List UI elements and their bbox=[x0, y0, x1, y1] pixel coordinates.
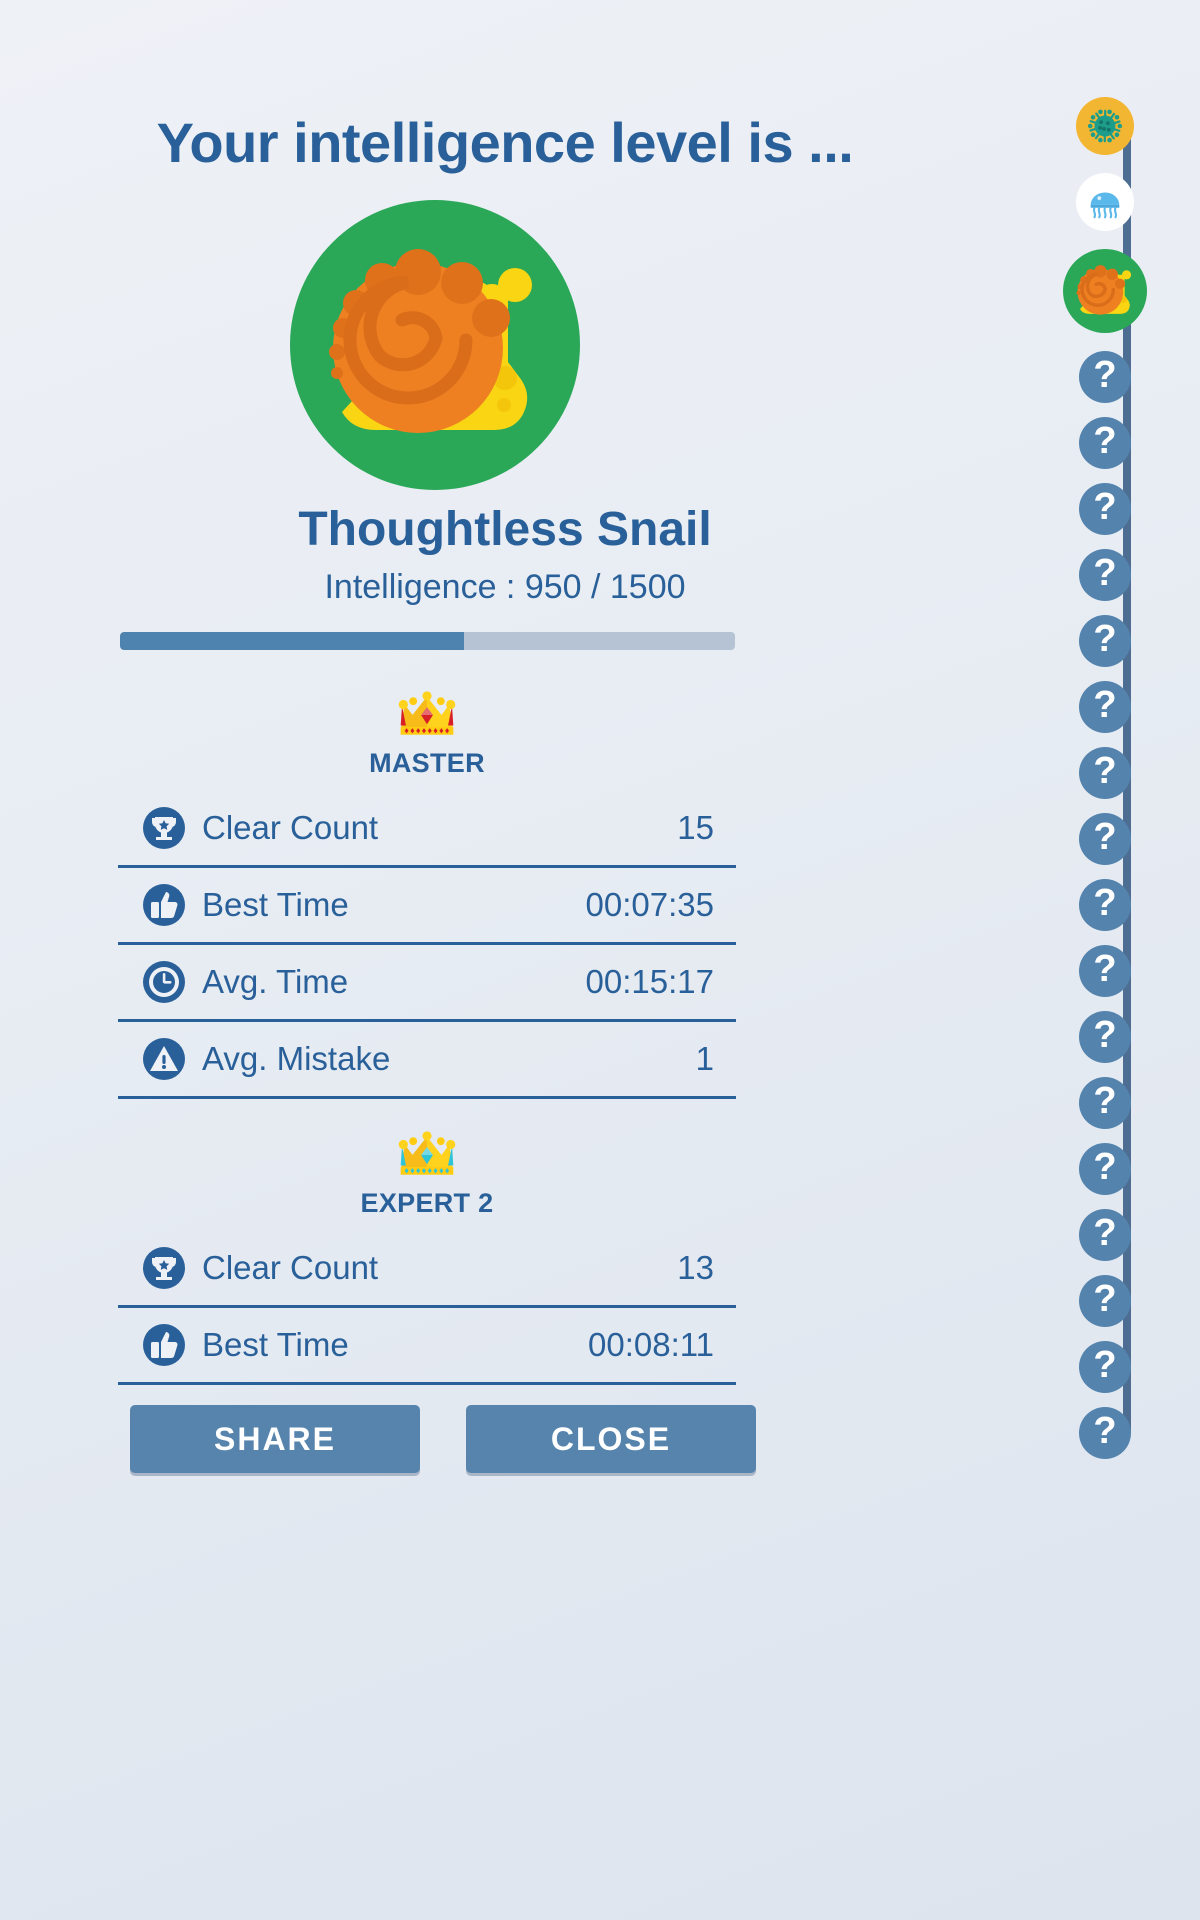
rail-node-locked-9[interactable]: ? bbox=[1079, 681, 1131, 733]
germ-icon bbox=[1087, 109, 1123, 143]
rail-node-locked-5[interactable]: ? bbox=[1079, 417, 1131, 469]
thumbs-up-icon bbox=[143, 1324, 185, 1366]
crown-icon bbox=[398, 1131, 456, 1175]
hero-level-badge bbox=[290, 200, 580, 490]
stat-label: Clear Count bbox=[202, 809, 379, 846]
rail-node-locked-14[interactable]: ? bbox=[1079, 1011, 1131, 1063]
stat-value: 00:15:17 bbox=[585, 963, 714, 1000]
trophy-icon bbox=[143, 807, 185, 849]
jellyfish-icon bbox=[1090, 192, 1120, 219]
rank-label: MASTER bbox=[369, 748, 485, 778]
close-button[interactable]: CLOSE bbox=[466, 1405, 756, 1473]
snail-icon bbox=[329, 249, 532, 433]
clock-icon bbox=[142, 960, 186, 1004]
stat-value: 15 bbox=[677, 809, 714, 846]
stat-value: 13 bbox=[677, 1249, 714, 1286]
clock-icon bbox=[143, 961, 185, 1003]
rail-node-locked-4[interactable]: ? bbox=[1079, 351, 1131, 403]
rail-node-locked-13[interactable]: ? bbox=[1079, 945, 1131, 997]
trophy-icon bbox=[142, 806, 186, 850]
share-button[interactable]: SHARE bbox=[130, 1405, 420, 1473]
rail-node-locked-8[interactable]: ? bbox=[1079, 615, 1131, 667]
stat-value: 1 bbox=[695, 1040, 714, 1077]
warning-icon bbox=[143, 1038, 185, 1080]
footer-actions: SHARE CLOSE bbox=[130, 1405, 756, 1473]
intelligence-progress-bar bbox=[120, 632, 735, 650]
stat-label: Best Time bbox=[202, 886, 349, 923]
rail-node-locked-15[interactable]: ? bbox=[1079, 1077, 1131, 1129]
snail-icon bbox=[1076, 265, 1132, 315]
result-panel: Your intelligence level is ... Thoughtle… bbox=[0, 0, 1010, 1920]
page-title: Your intelligence level is ... bbox=[156, 111, 854, 174]
rail-node-locked-11[interactable]: ? bbox=[1079, 813, 1131, 865]
rank-label: EXPERT 2 bbox=[360, 1188, 494, 1218]
stat-row: Clear Count 13 bbox=[118, 1231, 736, 1308]
intelligence-progress-fill bbox=[120, 632, 465, 650]
stat-row: Best Time 00:08:11 bbox=[118, 1308, 736, 1385]
rail-node-1[interactable] bbox=[1076, 97, 1134, 155]
rail-node-3[interactable] bbox=[1063, 249, 1147, 333]
rail-node-locked-17[interactable]: ? bbox=[1079, 1209, 1131, 1261]
rail-node-locked-20[interactable]: ? bbox=[1079, 1407, 1131, 1459]
stat-row: Avg. Time 00:15:17 bbox=[118, 945, 736, 1022]
trophy-icon bbox=[143, 1247, 185, 1289]
thumbs-up-icon bbox=[142, 1323, 186, 1367]
stat-value: 00:08:11 bbox=[587, 1326, 714, 1363]
thumbs-up-icon bbox=[142, 883, 186, 927]
crown-icon bbox=[398, 691, 456, 735]
stat-label: Avg. Time bbox=[202, 963, 349, 1000]
rank-section-master: MASTER Clear Count 15 Best Time 00:07:35 Avg.… bbox=[118, 690, 736, 1099]
stat-row: Avg. Mistake 1 bbox=[118, 1022, 736, 1099]
rank-crown bbox=[118, 690, 736, 746]
stat-label: Avg. Mistake bbox=[202, 1040, 391, 1077]
rail-node-locked-6[interactable]: ? bbox=[1079, 483, 1131, 535]
warning-icon bbox=[142, 1037, 186, 1081]
stat-label: Clear Count bbox=[202, 1249, 379, 1286]
rail-node-locked-16[interactable]: ? bbox=[1079, 1143, 1131, 1195]
rail-node-locked-7[interactable]: ? bbox=[1079, 549, 1131, 601]
rail-node-locked-19[interactable]: ? bbox=[1079, 1341, 1131, 1393]
rank-crown bbox=[118, 1130, 736, 1186]
intelligence-value: Intelligence : 950 / 1500 bbox=[324, 568, 686, 606]
stat-row: Clear Count 15 bbox=[118, 791, 736, 868]
rail-node-locked-12[interactable]: ? bbox=[1079, 879, 1131, 931]
stat-value: 00:07:35 bbox=[585, 886, 714, 923]
rail-node-locked-18[interactable]: ? bbox=[1079, 1275, 1131, 1327]
stat-label: Best Time bbox=[202, 1326, 349, 1363]
thumbs-up-icon bbox=[143, 884, 185, 926]
level-progression-rail: ????????????????? bbox=[1010, 0, 1200, 1920]
rank-section-expert: EXPERT 2 Clear Count 13 Best Time 00:08:11 bbox=[118, 1130, 736, 1385]
trophy-icon bbox=[142, 1246, 186, 1290]
stat-table: Clear Count 13 Best Time 00:08:11 bbox=[118, 1231, 736, 1385]
stat-row: Best Time 00:07:35 bbox=[118, 868, 736, 945]
rail-node-locked-10[interactable]: ? bbox=[1079, 747, 1131, 799]
stat-table: Clear Count 15 Best Time 00:07:35 Avg. Time 0… bbox=[118, 791, 736, 1099]
level-name: Thoughtless Snail bbox=[298, 503, 712, 556]
rail-node-2[interactable] bbox=[1076, 173, 1134, 231]
